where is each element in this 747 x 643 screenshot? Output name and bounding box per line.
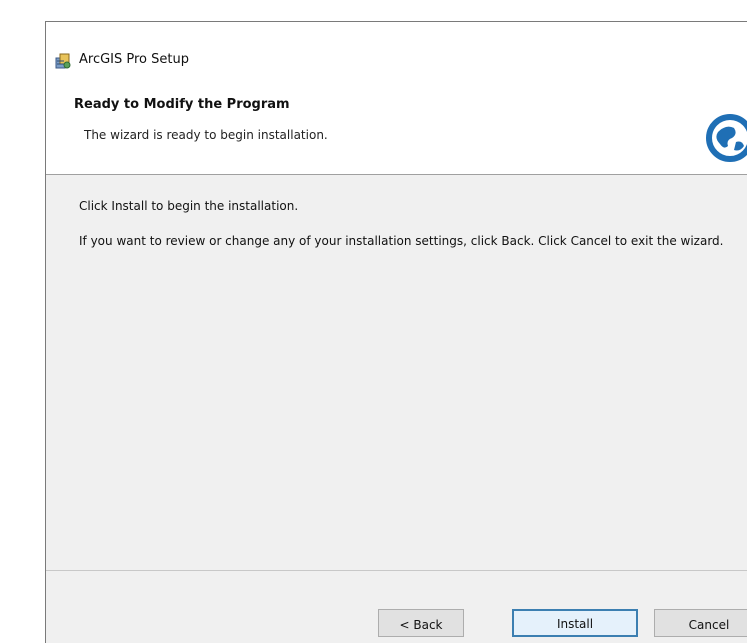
arcgis-globe-icon (704, 112, 747, 164)
install-button[interactable]: Install (512, 609, 638, 637)
title-bar: ArcGIS Pro Setup (46, 22, 747, 82)
window-title: ArcGIS Pro Setup (79, 52, 189, 67)
review-text: If you want to review or change any of y… (79, 234, 724, 248)
cancel-button[interactable]: Cancel (654, 609, 747, 637)
setup-window: ArcGIS Pro Setup Ready to Modify the Pro… (45, 21, 747, 643)
page-subtitle: The wizard is ready to begin installatio… (84, 128, 328, 142)
wizard-header: Ready to Modify the Program The wizard i… (46, 82, 747, 175)
button-bar: < Back Install Cancel (46, 570, 747, 643)
setup-installer-icon (54, 52, 72, 70)
wizard-body: Click Install to begin the installation.… (46, 175, 747, 590)
instruction-text: Click Install to begin the installation. (79, 199, 299, 213)
page-title: Ready to Modify the Program (74, 97, 290, 112)
back-button[interactable]: < Back (378, 609, 464, 637)
